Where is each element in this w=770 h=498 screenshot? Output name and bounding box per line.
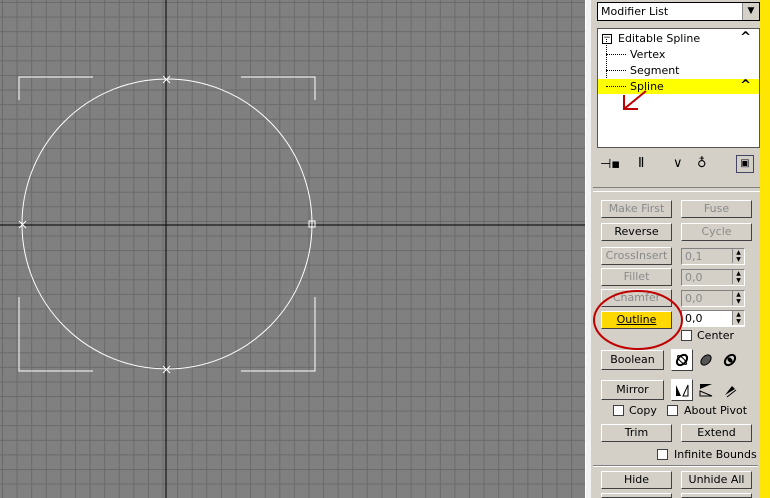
union-icon[interactable]: [671, 349, 693, 371]
mirror-horizontal-icon[interactable]: [671, 379, 693, 401]
bind-button-partial[interactable]: [601, 493, 672, 498]
cycle-button[interactable]: Cycle: [681, 223, 752, 241]
crossinsert-value: 0,1: [685, 250, 703, 263]
rollout-divider: [593, 187, 768, 192]
boolean-button[interactable]: Boolean: [601, 350, 664, 370]
extend-button[interactable]: Extend: [681, 424, 752, 442]
spinner-down-icon[interactable]: ▼: [732, 277, 744, 284]
spline-circle: [21, 78, 313, 370]
pin-stack-icon[interactable]: ⊣▪: [600, 157, 620, 172]
modifier-stack[interactable]: − Editable Spline ^ Vertex Segment Splin…: [597, 28, 760, 148]
unhide-all-button[interactable]: Unhide All: [681, 471, 752, 489]
spinner-down-icon[interactable]: ▼: [732, 318, 744, 325]
make-unique-icon[interactable]: ∨: [673, 156, 683, 171]
about-pivot-label: About Pivot: [684, 404, 748, 417]
spinner-up-icon[interactable]: ▲: [732, 270, 744, 277]
stack-item-editable-spline[interactable]: − Editable Spline ^: [598, 30, 759, 46]
outline-spinner[interactable]: 0,0 ▲ ▼: [681, 310, 745, 327]
hide-button[interactable]: Hide: [601, 471, 672, 489]
remove-modifier-icon[interactable]: ♁: [697, 156, 707, 171]
show-end-result-icon[interactable]: Ⅱ: [638, 156, 644, 171]
mirror-both-icon[interactable]: [719, 379, 741, 401]
spinner-up-icon[interactable]: ▲: [732, 291, 744, 298]
fuse-button[interactable]: Fuse: [681, 200, 752, 218]
intersection-icon[interactable]: [719, 349, 741, 371]
copy-label: Copy: [629, 404, 657, 417]
reverse-button[interactable]: Reverse: [601, 223, 672, 241]
mirror-vertical-icon[interactable]: [695, 379, 717, 401]
highlight-ellipse-annotation: [593, 290, 683, 350]
trim-button[interactable]: Trim: [601, 424, 672, 442]
command-panel: Modifier List ▼ − Editable Spline ^ Vert…: [591, 0, 770, 498]
collapse-icon[interactable]: −: [602, 34, 612, 44]
copy-checkbox[interactable]: [613, 405, 624, 416]
mirror-button[interactable]: Mirror: [601, 380, 664, 400]
spinner-up-icon[interactable]: ▲: [732, 249, 744, 256]
crossinsert-spinner[interactable]: 0,1 ▲ ▼: [681, 248, 745, 265]
selection-brackets: [18, 76, 316, 372]
spinner-down-icon[interactable]: ▼: [732, 256, 744, 263]
center-checkbox[interactable]: [681, 330, 692, 341]
about-pivot-checkbox[interactable]: [667, 405, 678, 416]
modifier-list-label: Modifier List: [601, 5, 669, 18]
viewport[interactable]: [0, 0, 585, 498]
center-label: Center: [697, 329, 735, 342]
arrow-annotation-icon: [623, 90, 647, 110]
stack-item-label: Segment: [630, 64, 680, 77]
stack-toolbar: ⊣▪ Ⅱ ∨ ♁ ▣: [597, 154, 760, 178]
stack-root-label: Editable Spline: [618, 32, 701, 45]
infinite-bounds-checkbox[interactable]: [657, 449, 668, 460]
chamfer-spinner[interactable]: 0,0 ▲ ▼: [681, 290, 745, 307]
crossinsert-button[interactable]: CrossInsert: [601, 247, 672, 265]
unbind-button-partial[interactable]: [681, 493, 752, 498]
light-bulb-icon[interactable]: ^: [740, 78, 751, 93]
fillet-spinner[interactable]: 0,0 ▲ ▼: [681, 269, 745, 286]
fillet-value: 0,0: [685, 271, 703, 284]
modifier-list-dropdown[interactable]: Modifier List ▼: [597, 2, 760, 21]
subtraction-icon[interactable]: [695, 349, 717, 371]
scroll-bar[interactable]: [760, 0, 770, 498]
infinite-bounds-label: Infinite Bounds: [674, 448, 757, 461]
configure-sets-icon[interactable]: ▣: [736, 155, 754, 173]
spinner-down-icon[interactable]: ▼: [732, 298, 744, 305]
chevron-down-icon[interactable]: ▼: [742, 3, 759, 20]
chamfer-value: 0,0: [685, 292, 703, 305]
stack-item-label: Vertex: [630, 48, 666, 61]
section-divider: [593, 465, 758, 467]
spinner-up-icon[interactable]: ▲: [732, 311, 744, 318]
light-bulb-icon[interactable]: ^: [740, 30, 751, 45]
stack-item-vertex[interactable]: Vertex: [598, 39, 759, 86]
viewport-canvas: [0, 0, 585, 498]
fillet-button[interactable]: Fillet: [601, 268, 672, 286]
make-first-button[interactable]: Make First: [601, 200, 672, 218]
outline-value: 0,0: [685, 312, 703, 325]
stack-item-segment[interactable]: Segment: [598, 63, 759, 78]
